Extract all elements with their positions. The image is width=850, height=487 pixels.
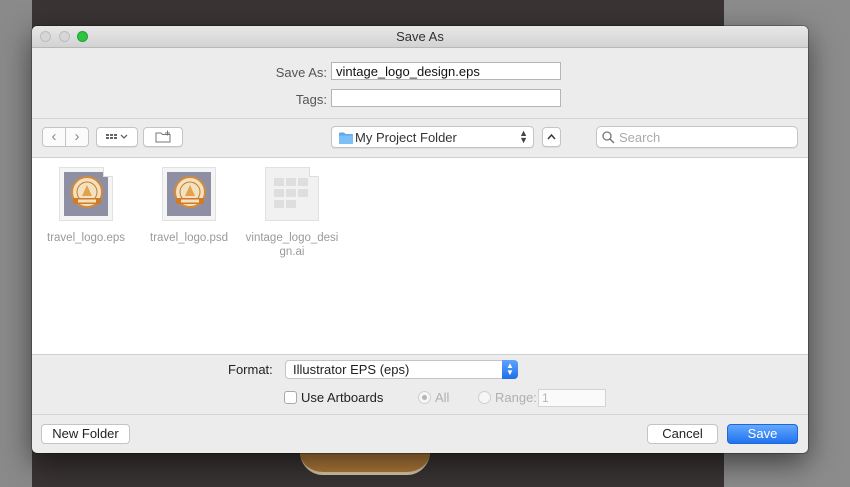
new-folder-icon [155,130,171,143]
back-button[interactable]: ‹ [42,127,66,147]
grid-view-icon [106,134,128,139]
all-radio [418,391,431,404]
badge-logo-icon [174,176,206,208]
save-button[interactable]: Save [727,424,798,444]
title-bar: Save As [32,26,808,48]
file-item[interactable]: travel_logo.psd [142,167,236,245]
format-label: Format: [228,362,273,377]
format-popup[interactable]: Illustrator EPS (eps) ▲ ▼ [285,360,518,379]
forward-button[interactable]: › [65,127,89,147]
location-selector[interactable]: My Project Folder ▲ ▼ [331,126,534,148]
navigation-buttons: ‹ › [42,127,90,147]
view-options-button[interactable] [96,127,138,147]
file-item: vintage_logo_design.ai [245,167,339,259]
format-value: Illustrator EPS (eps) [293,362,410,377]
new-folder-toolbar-button[interactable] [143,127,183,147]
location-label: My Project Folder [355,130,457,145]
image-thumbnail-icon [162,167,216,221]
header-divider [32,118,808,119]
document-thumbnail-icon [265,167,319,221]
up-down-chevron-icon: ▲ ▼ [519,128,528,145]
popup-arrows-icon: ▲ ▼ [502,360,518,379]
folder-icon [339,132,353,144]
tags-field[interactable] [331,89,561,107]
save-as-dialog: Save As Save As: vintage_logo_design.eps… [32,26,808,453]
search-placeholder: Search [619,130,661,145]
footer-divider [32,414,808,415]
file-browser: travel_logo.eps travel_logo.psd vintage_… [32,157,808,355]
search-icon [602,131,615,144]
use-artboards-checkbox[interactable] [284,391,297,404]
chevron-up-icon [547,133,556,140]
cancel-button[interactable]: Cancel [647,424,718,444]
range-label: Range: [495,390,537,405]
file-name: vintage_logo_design.ai [245,232,339,258]
all-label: All [435,390,450,405]
expand-collapse-button[interactable] [542,127,561,147]
use-artboards-label: Use Artboards [301,390,384,405]
file-name: travel_logo.psd [150,232,228,244]
filename-field[interactable]: vintage_logo_design.eps [331,62,561,80]
save-as-label: Save As: [275,65,327,80]
range-radio [478,391,491,404]
dialog-title: Save As [396,29,444,44]
canvas-artwork-fragment [300,452,430,475]
search-field[interactable]: Search [596,126,798,148]
badge-logo-icon [71,176,103,208]
image-thumbnail-icon [59,167,113,221]
file-name: travel_logo.eps [47,232,125,244]
file-item[interactable]: travel_logo.eps [39,167,133,245]
range-field: 1 [538,389,606,407]
tags-label: Tags: [295,92,327,107]
new-folder-button[interactable]: New Folder [41,424,130,444]
desktop-background-left [0,0,32,487]
